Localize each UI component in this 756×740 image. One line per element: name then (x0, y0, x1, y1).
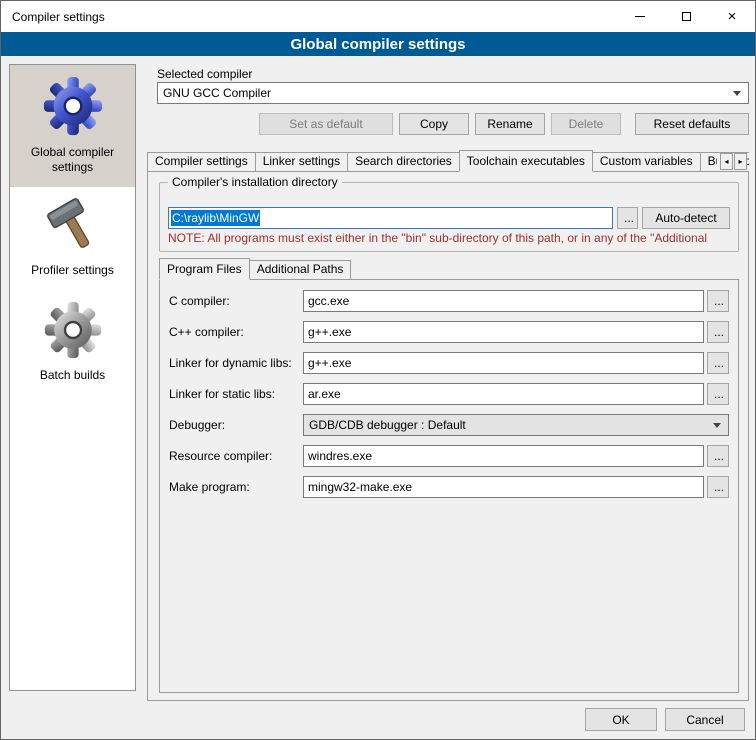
field-row: Make program: ... (169, 476, 729, 498)
selected-compiler-label: Selected compiler (157, 67, 252, 81)
program-files-panel: C compiler: ... C++ compiler: ... Linker… (159, 279, 739, 693)
make-program-input[interactable] (303, 476, 704, 498)
tab-program-files[interactable]: Program Files (159, 258, 250, 280)
chevron-down-icon (713, 423, 721, 428)
field-row: C compiler: ... (169, 290, 729, 312)
blue-gear-icon (42, 75, 104, 137)
installation-directory-input[interactable]: C:\raylib\MinGW (168, 207, 613, 229)
debugger-select[interactable]: GDB/CDB debugger : Default (303, 414, 729, 436)
dialog-header: Global compiler settings (1, 32, 755, 56)
set-as-default-button[interactable]: Set as default (259, 113, 393, 135)
selected-text: C:\raylib\MinGW (171, 210, 260, 226)
subtab-bar: Program Files Additional Paths (159, 258, 350, 280)
ok-button[interactable]: OK (585, 708, 657, 731)
field-label: Debugger: (169, 418, 303, 432)
sidebar-item-profiler-settings[interactable]: Profiler settings (10, 187, 135, 290)
field-label: Linker for static libs: (169, 387, 303, 401)
installation-directory-group: Compiler's installation directory C:\ray… (159, 182, 739, 252)
sidebar-item-label: Batch builds (40, 368, 105, 383)
dialog-header-title: Global compiler settings (290, 36, 465, 53)
auto-detect-button[interactable]: Auto-detect (642, 207, 730, 229)
titlebar[interactable]: Compiler settings × (1, 1, 755, 32)
field-row: Linker for dynamic libs: ... (169, 352, 729, 374)
browse-c-compiler-button[interactable]: ... (707, 290, 729, 312)
delete-button[interactable]: Delete (551, 113, 621, 135)
dialog-buttons: OK Cancel (585, 708, 745, 731)
copy-button[interactable]: Copy (399, 113, 469, 135)
sidebar-item-global-compiler-settings[interactable]: Global compiler settings (10, 65, 135, 187)
field-rows: C compiler: ... C++ compiler: ... Linker… (160, 280, 738, 517)
minimize-button[interactable] (617, 1, 663, 32)
group-title: Compiler's installation directory (168, 175, 342, 189)
compiler-buttons: Set as default Copy Rename Delete Reset … (157, 113, 749, 135)
note-text: NOTE: All programs must exist either in … (168, 231, 736, 245)
field-row: Debugger: GDB/CDB debugger : Default (169, 414, 729, 436)
resource-compiler-input[interactable] (303, 445, 704, 467)
browse-dynamic-linker-button[interactable]: ... (707, 352, 729, 374)
cancel-button[interactable]: Cancel (665, 708, 745, 731)
installation-directory-row: C:\raylib\MinGW ... Auto-detect (168, 207, 730, 229)
compiler-select[interactable]: GNU GCC Compiler (157, 82, 749, 104)
tab-bar: Compiler settings Linker settings Search… (147, 150, 749, 172)
scroll-right-icon: ▸ (738, 157, 742, 166)
chevron-down-icon (733, 91, 741, 96)
close-button[interactable]: × (709, 1, 755, 32)
sidebar-item-label: Global compiler settings (13, 145, 132, 175)
tab-additional-paths[interactable]: Additional Paths (249, 260, 352, 279)
tab-scroll-right-button[interactable]: ▸ (734, 153, 747, 170)
cpp-compiler-input[interactable] (303, 321, 704, 343)
sidebar-item-batch-builds[interactable]: Batch builds (10, 290, 135, 395)
field-label: Make program: (169, 480, 303, 494)
tab-compiler-settings[interactable]: Compiler settings (147, 152, 256, 171)
field-row: Linker for static libs: ... (169, 383, 729, 405)
browse-make-program-button[interactable]: ... (707, 476, 729, 498)
toolchain-panel: Compiler's installation directory C:\ray… (147, 171, 749, 701)
field-row: C++ compiler: ... (169, 321, 729, 343)
debugger-select-value: GDB/CDB debugger : Default (309, 418, 466, 432)
window-controls: × (617, 1, 755, 32)
sidebar-item-label: Profiler settings (31, 263, 114, 278)
browse-resource-compiler-button[interactable]: ... (707, 445, 729, 467)
tab-scroll-buttons: ◂ ▸ (717, 153, 747, 170)
maximize-button[interactable] (663, 1, 709, 32)
maximize-icon (682, 12, 691, 21)
close-icon: × (728, 9, 737, 24)
dynamic-linker-input[interactable] (303, 352, 704, 374)
browse-cpp-compiler-button[interactable]: ... (707, 321, 729, 343)
compiler-settings-window: Compiler settings × Global compiler sett… (0, 0, 756, 740)
browse-directory-button[interactable]: ... (617, 207, 638, 229)
tab-search-directories[interactable]: Search directories (347, 152, 460, 171)
tab-scroll-left-button[interactable]: ◂ (720, 153, 733, 170)
field-label: C++ compiler: (169, 325, 303, 339)
tab-linker-settings[interactable]: Linker settings (255, 152, 348, 171)
static-linker-input[interactable] (303, 383, 704, 405)
compiler-select-value: GNU GCC Compiler (163, 86, 271, 100)
gray-gear-icon (43, 300, 103, 360)
field-label: Linker for dynamic libs: (169, 356, 303, 370)
scroll-left-icon: ◂ (724, 157, 728, 166)
field-label: Resource compiler: (169, 449, 303, 463)
c-compiler-input[interactable] (303, 290, 704, 312)
window-title: Compiler settings (1, 10, 105, 24)
tab-custom-variables[interactable]: Custom variables (592, 152, 701, 171)
field-label: C compiler: (169, 294, 303, 308)
field-row: Resource compiler: ... (169, 445, 729, 467)
sidebar: Global compiler settings Profiler settin… (9, 64, 136, 691)
reset-defaults-button[interactable]: Reset defaults (635, 113, 749, 135)
rename-button[interactable]: Rename (475, 113, 545, 135)
tab-toolchain-executables[interactable]: Toolchain executables (459, 150, 593, 172)
hammer-icon (44, 197, 102, 255)
minimize-icon (635, 16, 645, 17)
browse-static-linker-button[interactable]: ... (707, 383, 729, 405)
